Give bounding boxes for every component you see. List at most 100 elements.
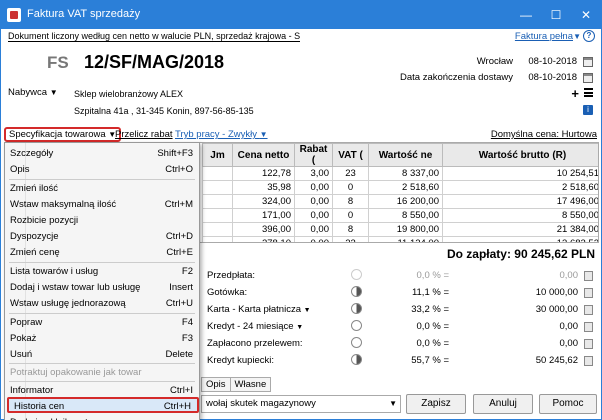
payment-split-icon[interactable] [351, 286, 362, 297]
menu-separator [9, 313, 195, 314]
buyer-name[interactable]: Sklep wielobranżowy ALEX [74, 89, 183, 99]
menu-item[interactable]: Drukuj naklejkę z towarem [5, 415, 199, 420]
payment-amount[interactable]: 50 245,62 [501, 355, 578, 366]
items-table: Jm Cena netto Rabat (VAT (Wartość ne Wartoś… [202, 143, 598, 242]
buyer-dropdown[interactable]: Nabywca ▼ [8, 87, 58, 98]
calendar-icon[interactable] [583, 57, 593, 67]
help-icon[interactable]: ? [583, 30, 595, 42]
tab-description[interactable]: Opis [201, 377, 231, 392]
info-icon[interactable]: i [583, 105, 593, 115]
payment-split-icon[interactable] [351, 269, 362, 280]
spec-menu-button[interactable]: Specyfikacja towarowa ▼ [4, 127, 122, 142]
menu-item[interactable]: Zmień cenę Ctrl+E [5, 245, 199, 261]
menu-item[interactable]: Zmień ilość [5, 181, 199, 197]
payment-label: Gotówka: [207, 287, 247, 298]
menu-item[interactable]: Dyspozycje Ctrl+D [5, 229, 199, 245]
menu-item[interactable]: Potraktuj opakowanie jak towar [5, 365, 199, 381]
menu-item[interactable]: Pokaż F3 [5, 331, 199, 347]
calculator-icon[interactable] [584, 339, 593, 349]
add-buyer-icon[interactable]: + [571, 86, 579, 101]
table-cell: 3,00 [294, 166, 333, 181]
spec-label: Specyfikacja towarowa [9, 129, 106, 140]
menu-item-shortcut: Shift+F3 [157, 148, 193, 159]
chevron-down-icon[interactable]: ▼ [573, 32, 581, 41]
payment-split-icon[interactable] [351, 354, 362, 365]
menu-item[interactable]: Opis Ctrl+O [5, 162, 199, 178]
calendar-icon[interactable] [583, 73, 593, 83]
chevron-down-icon: ▼ [259, 130, 268, 139]
payment-row: Gotówka: 11,1 % = 10 000,00 [201, 284, 599, 301]
default-price-link[interactable]: Domyślna cena: Hurtowa [491, 129, 597, 140]
calculator-icon[interactable] [584, 305, 593, 315]
table-row[interactable]: 171,00 0,00 0 8 550,00 8 550,00 [202, 208, 598, 223]
menu-item[interactable]: Historia cen Ctrl+H [7, 397, 199, 413]
payment-split-icon[interactable] [351, 337, 362, 348]
payment-amount[interactable]: 0,00 [501, 270, 579, 281]
save-button[interactable]: Zapisz [406, 394, 466, 414]
table-cell: 2 518,60 [368, 180, 443, 195]
column-header[interactable]: Jm [202, 143, 233, 167]
issue-date-field[interactable]: 08-10-2018 [519, 54, 577, 70]
cancel-button[interactable]: Anuluj [473, 394, 533, 414]
menu-item[interactable]: Usuń Delete [5, 347, 199, 363]
menu-item[interactable]: Wstaw usługę jednorazową Ctrl+U [5, 296, 199, 312]
payment-split-icon[interactable] [351, 320, 362, 331]
table-cell: 11 124,00 [368, 236, 443, 242]
chevron-down-icon: ▼ [296, 324, 304, 331]
minimize-button[interactable]: — [511, 1, 541, 29]
delivery-date-field[interactable]: 08-10-2018 [519, 70, 577, 86]
menu-item-shortcut: F3 [181, 333, 193, 344]
payment-percent[interactable]: 0,0 % = [379, 321, 449, 332]
payment-label[interactable]: Karta - Karta płatnicza ▼ [207, 304, 311, 315]
menu-item-label: Popraw [10, 317, 43, 328]
column-header[interactable]: Rabat ( [294, 143, 333, 167]
payment-amount[interactable]: 0,00 [501, 321, 579, 332]
full-invoice-link[interactable]: Faktura pełna [515, 31, 573, 42]
payment-percent[interactable]: 0,0 % = [379, 270, 449, 281]
table-row[interactable]: 396,00 0,00 8 19 800,00 21 384,00 [202, 222, 598, 237]
payment-percent[interactable]: 55,7 % = [379, 355, 449, 366]
table-row[interactable]: 122,78 3,00 23 8 337,00 10 254,51 [202, 166, 598, 181]
table-cell: 23 [332, 166, 369, 181]
table-row[interactable]: 35,98 0,00 0 2 518,60 2 518,60 [202, 180, 598, 195]
payment-percent[interactable]: 0,0 % = [379, 338, 449, 349]
menu-item[interactable]: Lista towarów i usług F2 [5, 264, 199, 280]
table-row[interactable]: 278,100,002311 124,0013 682,52 [202, 236, 598, 242]
menu-item[interactable]: Rozbicie pozycji [5, 213, 199, 229]
help-button[interactable]: Pomoc [539, 394, 597, 414]
table-cell: 122,78 [232, 166, 295, 181]
issue-place-label: Wrocław [476, 56, 513, 67]
menu-item[interactable]: Dodaj i wstaw towar lub usługę Insert [5, 280, 199, 296]
column-header[interactable]: Cena netto [232, 143, 295, 167]
document-note[interactable]: Dokument liczony według cen netto w walu… [8, 31, 301, 42]
calculator-icon[interactable] [584, 356, 593, 366]
menu-item[interactable]: Szczegóły Shift+F3 [5, 146, 199, 162]
table-cell: 17 496,00 [442, 194, 598, 209]
warehouse-select[interactable]: wołaj skutek magazynowy ▼ [201, 395, 401, 413]
close-button[interactable]: ✕ [571, 1, 601, 29]
recalc-discount-link[interactable]: Przelicz rabat [115, 129, 173, 140]
document-number[interactable]: 12/SF/MAG/2018 [84, 52, 224, 73]
payment-split-icon[interactable] [351, 303, 362, 314]
menu-item-label: Historia cen [14, 401, 65, 412]
payment-amount[interactable]: 0,00 [501, 338, 579, 349]
payment-row: Kredyt kupiecki: 55,7 % = 50 245,62 [201, 352, 599, 369]
table-row[interactable]: 324,00 0,00 8 16 200,00 17 496,00 [202, 194, 598, 209]
payment-label[interactable]: Kredyt - 24 miesiące ▼ [207, 321, 303, 332]
payment-amount[interactable]: 30 000,00 [501, 304, 578, 315]
menu-icon[interactable] [584, 88, 593, 97]
menu-item[interactable]: Popraw F4 [5, 315, 199, 331]
work-mode-link[interactable]: Tryb pracy - Zwykły ▼ [175, 129, 268, 140]
payment-amount[interactable]: 10 000,00 [501, 287, 578, 298]
calculator-icon[interactable] [584, 271, 593, 281]
maximize-button[interactable]: ☐ [541, 1, 571, 29]
tab-custom[interactable]: Własne [229, 377, 272, 392]
menu-item[interactable]: Wstaw maksymalną ilość Ctrl+M [5, 197, 199, 213]
calculator-icon[interactable] [584, 288, 593, 298]
column-header[interactable]: Wartość ne [368, 143, 443, 167]
payment-percent[interactable]: 11,1 % = [379, 287, 449, 298]
column-header[interactable]: Wartość brutto (R) [442, 143, 598, 167]
calculator-icon[interactable] [584, 322, 593, 332]
payment-percent[interactable]: 33,2 % = [379, 304, 449, 315]
column-header[interactable]: VAT ( [332, 143, 369, 167]
